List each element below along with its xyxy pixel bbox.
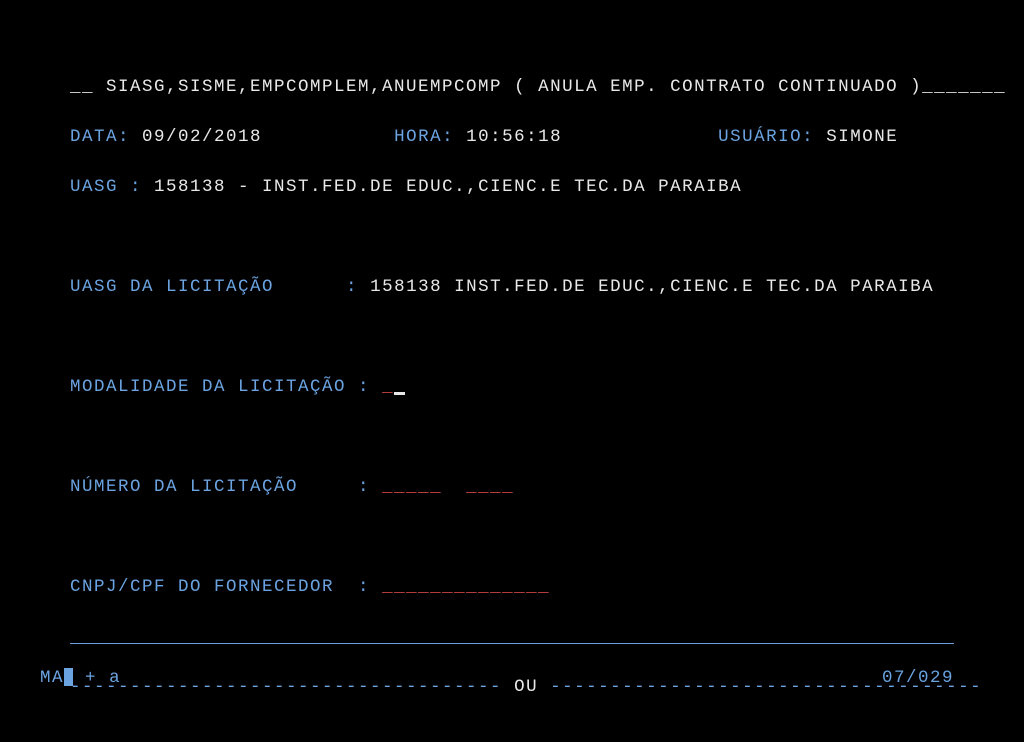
uasg-line: UASG : 158138 - INST.FED.DE EDUC.,CIENC.… bbox=[70, 175, 954, 200]
modalidade-line: MODALIDADE DA LICITAÇÃO : _ bbox=[70, 375, 954, 400]
cursor-position: 07/029 bbox=[882, 668, 954, 688]
blank-4 bbox=[70, 525, 954, 550]
numero-line: NÚMERO DA LICITAÇÃO : _____ ____ bbox=[70, 475, 954, 500]
blank-6 bbox=[70, 725, 954, 742]
blank-1 bbox=[70, 225, 954, 250]
modalidade-input[interactable]: _ bbox=[382, 377, 394, 397]
cursor bbox=[394, 392, 405, 395]
blank-3 bbox=[70, 425, 954, 450]
header-line: DATA: 09/02/2018 HORA: 10:56:18 USUÁRIO:… bbox=[70, 125, 954, 150]
numero-input-2[interactable]: ____ bbox=[466, 477, 514, 497]
numero-input-1[interactable]: _____ bbox=[382, 477, 442, 497]
divider-rule bbox=[70, 643, 954, 644]
blank-2 bbox=[70, 325, 954, 350]
uasg-licitacao-line: UASG DA LICITAÇÃO : 158138 INST.FED.DE E… bbox=[70, 275, 954, 300]
blank-5 bbox=[70, 625, 954, 650]
status-cursor bbox=[64, 668, 73, 686]
cnpj-input[interactable]: ______________ bbox=[382, 577, 550, 597]
status-line: MA + a 07/029 bbox=[40, 668, 954, 688]
cnpj-line: CNPJ/CPF DO FORNECEDOR : ______________ bbox=[70, 575, 954, 600]
title-line: __ SIASG,SISME,EMPCOMPLEM,ANUEMPCOMP ( A… bbox=[70, 75, 954, 100]
